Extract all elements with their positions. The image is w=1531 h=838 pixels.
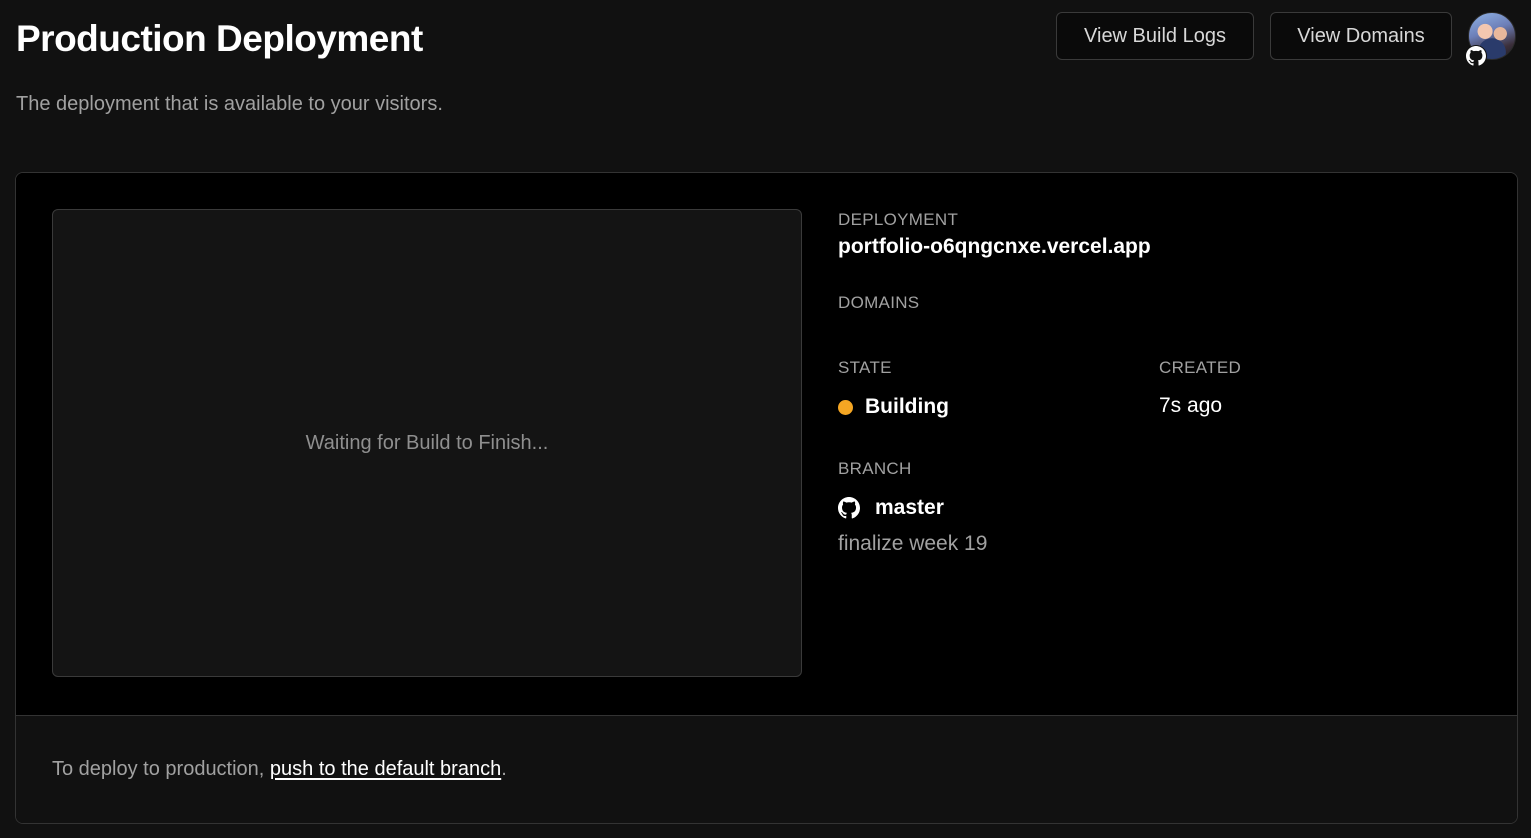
preview-status-text: Waiting for Build to Finish... [305,431,549,454]
state-status: Building [838,395,949,419]
github-icon [1465,45,1487,67]
created-label: CREATED [1159,358,1242,377]
push-default-branch-link[interactable]: push to the default branch [270,758,501,780]
branch-label: BRANCH [838,459,912,478]
footer-text-before: To deploy to production, [52,758,270,780]
created-value: 7s ago [1159,394,1223,417]
status-dot-icon [838,399,853,415]
page: Production Deployment The deployment tha… [0,0,1531,838]
state-label: STATE [838,358,892,377]
domains-label: DOMAINS [838,293,920,312]
deployment-preview[interactable]: Waiting for Build to Finish... [52,209,802,677]
page-subtitle: The deployment that is available to your… [16,93,443,115]
view-build-logs-button[interactable]: View Build Logs [1056,12,1254,60]
view-domains-button[interactable]: View Domains [1270,12,1452,60]
branch-link[interactable]: master [838,496,944,520]
github-icon [838,497,860,519]
page-title: Production Deployment [16,18,423,59]
commit-message-link[interactable]: finalize week 19 [838,532,987,556]
footer-text-after: . [501,758,507,780]
production-deployment-card: Waiting for Build to Finish... DEPLOYMEN… [15,172,1518,824]
branch-name: master [875,496,944,519]
deployment-url-link[interactable]: portfolio-o6qngcnxe.vercel.app [838,235,1151,259]
footer-note: To deploy to production, push to the def… [52,758,507,781]
deployment-label: DEPLOYMENT [838,210,959,229]
state-value: Building [865,395,949,418]
user-avatar[interactable] [1465,12,1519,68]
deployment-summary: Waiting for Build to Finish... DEPLOYMEN… [16,173,1517,715]
card-footer: To deploy to production, push to the def… [16,715,1517,823]
